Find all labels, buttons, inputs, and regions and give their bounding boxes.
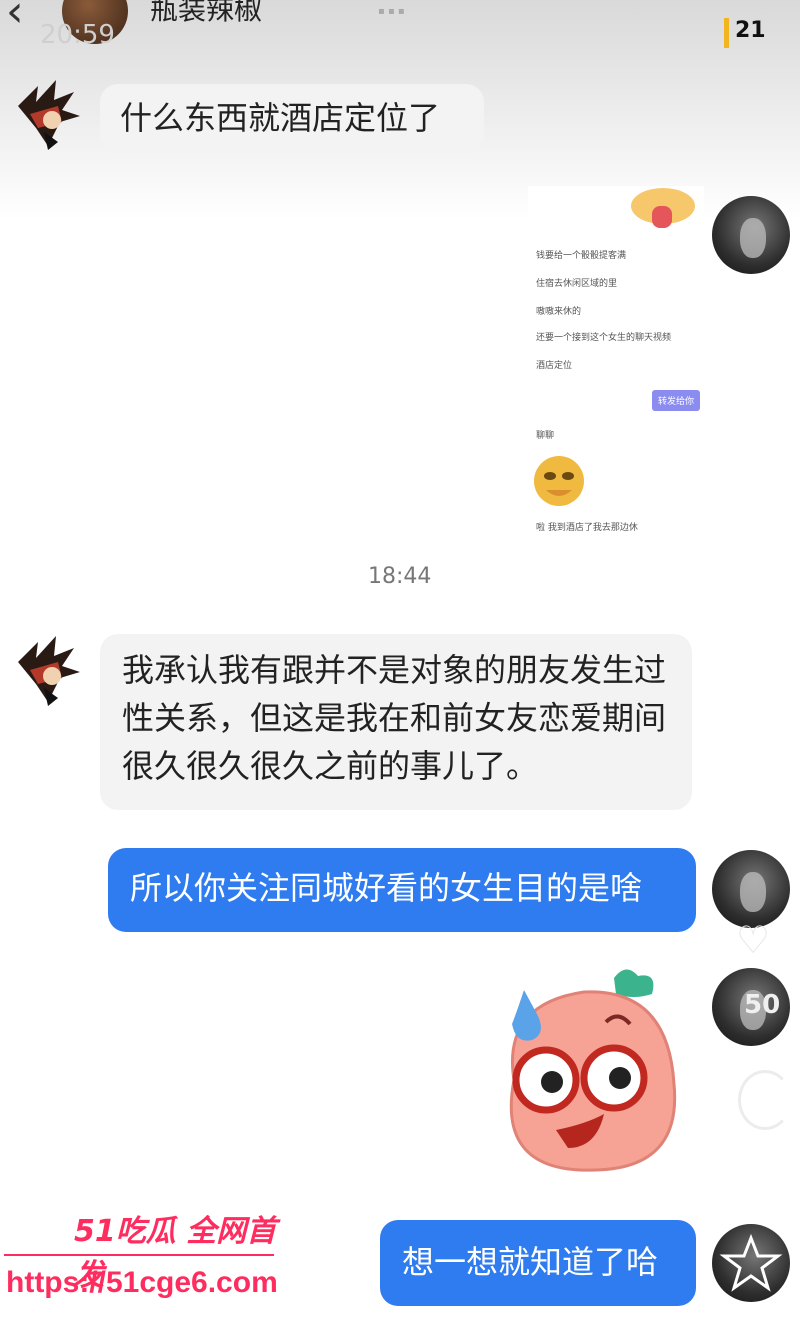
self-avatar[interactable] bbox=[712, 850, 790, 928]
message-text: 我承认我有跟并不是对象的朋友发生过性关系，但这是我在和前女友恋爱期间很久很久很久… bbox=[122, 651, 667, 785]
tongue-emoji-icon bbox=[631, 188, 695, 228]
more-options-icon[interactable]: ••• bbox=[742, 0, 800, 15]
forwarded-screenshot[interactable]: 钱要给一个骰骰提客满 住宿去休闲区域的里 嗷嗷来休的 还要一个接到这个女生的聊天… bbox=[528, 186, 704, 546]
heart-icon[interactable]: ♡ bbox=[736, 918, 770, 962]
chat-header: ‹ 20:59 瓶装辣椒 ▪ ▪ ▪ ••• 21 bbox=[0, 0, 800, 60]
screenshot-line: 还要一个接到这个女生的聊天视频 bbox=[536, 333, 672, 343]
message-text: 什么东西就酒店定位了 bbox=[120, 99, 441, 137]
thinking-emoji-icon bbox=[534, 456, 584, 506]
unread-badge: 21 bbox=[724, 18, 781, 48]
screenshot-line: 嗷嗷来休的 bbox=[536, 307, 582, 317]
screenshot-tag: 转发给你 bbox=[652, 390, 701, 411]
hedgehog-avatar-icon bbox=[18, 80, 80, 150]
screenshot-line: 住宿去休闲区域的里 bbox=[536, 279, 618, 289]
chat-title: 瓶装辣椒 bbox=[150, 0, 263, 26]
message-bubble-received: 什么东西就酒店定位了 bbox=[100, 84, 484, 154]
refresh-ring-icon[interactable] bbox=[738, 1070, 792, 1130]
hedgehog-avatar-icon bbox=[18, 636, 80, 706]
message-text: 想一想就知道了哈 bbox=[402, 1243, 659, 1281]
self-avatar[interactable] bbox=[712, 196, 790, 274]
message-bubble-sent: 想一想就知道了哈 bbox=[380, 1220, 696, 1306]
sweat-sticker-icon bbox=[509, 969, 677, 1172]
screenshot-line: 酒店定位 bbox=[536, 361, 573, 371]
self-avatar[interactable] bbox=[712, 1224, 790, 1302]
watermark-divider bbox=[4, 1254, 274, 1256]
count-overlay: 50 bbox=[744, 990, 781, 1020]
status-icons: ▪ ▪ ▪ bbox=[378, 6, 405, 17]
watermark-url[interactable]: https://51cge6.com bbox=[6, 1266, 278, 1300]
watermark: 51吃瓜 全网首发 https://51cge6.com bbox=[0, 1206, 300, 1312]
message-bubble-sent: 所以你关注同城好看的女生目的是啥 bbox=[108, 848, 696, 932]
screenshot-line: 钱要给一个骰骰提客满 bbox=[536, 251, 627, 261]
star-outline-icon bbox=[719, 1233, 783, 1292]
status-time: 20:59 bbox=[40, 20, 115, 50]
back-arrow-icon[interactable]: ‹ bbox=[6, 0, 24, 37]
message-text: 所以你关注同城好看的女生目的是啥 bbox=[130, 869, 643, 907]
contact-avatar[interactable] bbox=[8, 76, 86, 154]
message-timestamp: 18:44 bbox=[368, 564, 432, 589]
contact-avatar[interactable] bbox=[8, 632, 86, 710]
screenshot-line: 啦 我到酒店了我去那边休 bbox=[536, 523, 638, 533]
message-bubble-received: 我承认我有跟并不是对象的朋友发生过性关系，但这是我在和前女友恋爱期间很久很久很久… bbox=[100, 634, 692, 810]
screenshot-line: 聊聊 bbox=[536, 431, 555, 441]
